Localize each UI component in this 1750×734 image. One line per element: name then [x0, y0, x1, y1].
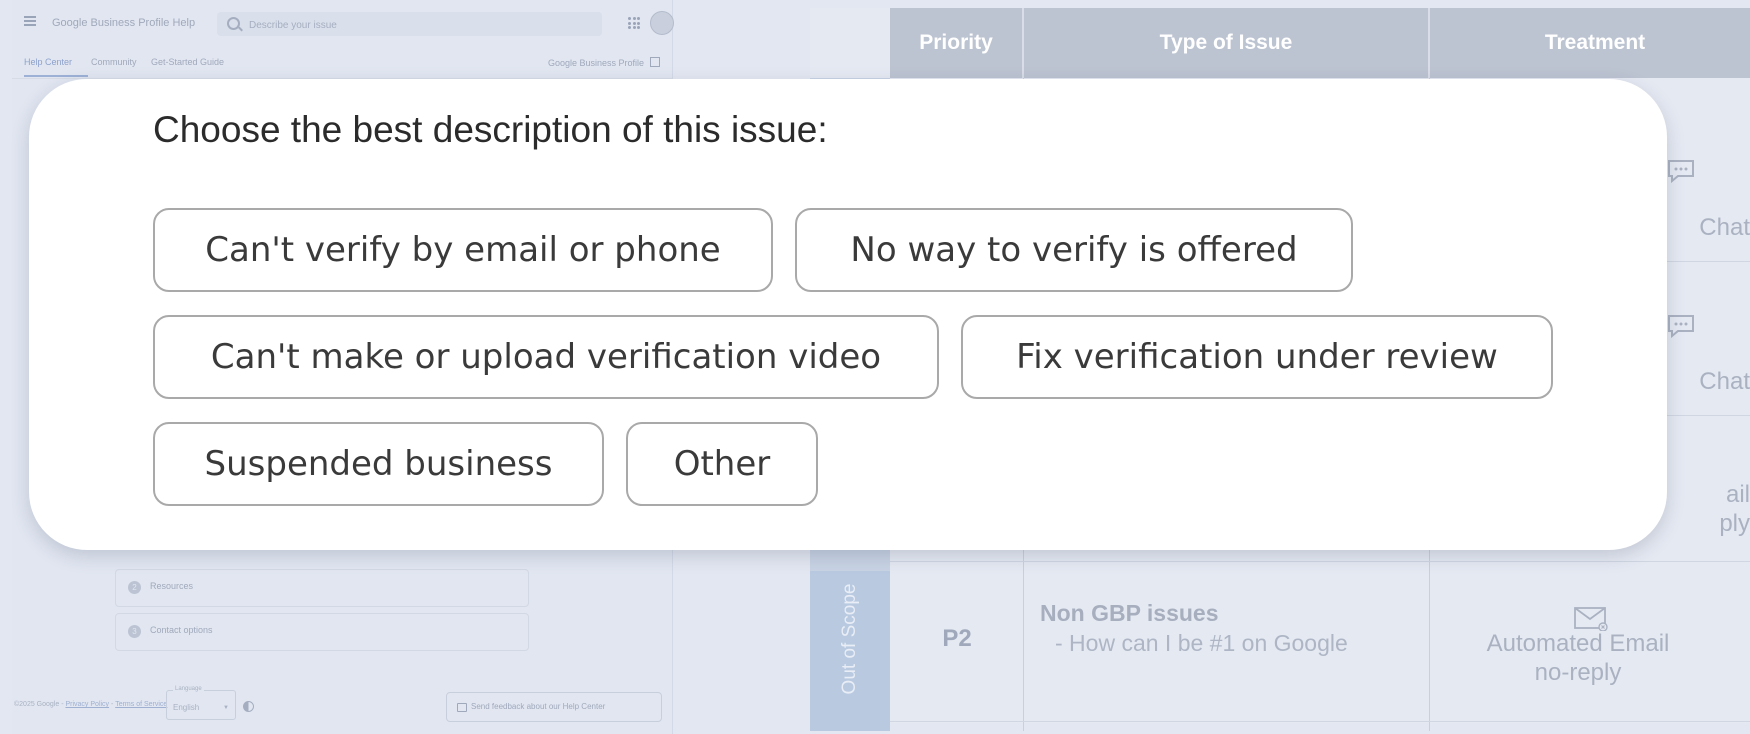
help-app-title[interactable]: Google Business Profile Help: [52, 17, 195, 29]
dialog-prompt: Choose the best description of this issu…: [153, 109, 828, 150]
option-cant-upload-verification-video[interactable]: Can't make or upload verification video: [153, 315, 939, 399]
mail-icon: [1574, 607, 1608, 631]
treatment-no-reply: no-reply: [1534, 659, 1622, 686]
external-link-icon: [650, 57, 660, 67]
option-suspended-business[interactable]: Suspended business: [153, 422, 604, 506]
account-avatar[interactable]: [650, 11, 674, 35]
option-fix-verification-under-review[interactable]: Fix verification under review: [961, 315, 1553, 399]
row-divider: [890, 561, 1750, 562]
option-cant-verify-email-phone[interactable]: Can't verify by email or phone: [153, 208, 773, 292]
language-value: English: [173, 703, 200, 712]
chat-icon: [1668, 315, 1694, 339]
footer-separator: -: [111, 701, 114, 708]
gbp-link-label: Google Business Profile: [547, 58, 644, 68]
gbp-external-link[interactable]: Google Business Profile: [548, 57, 660, 68]
language-legend: Language: [173, 686, 204, 692]
step-number-badge: 3: [128, 625, 141, 638]
step-number-badge: 2: [128, 581, 141, 594]
header-priority: Priority: [890, 8, 1024, 78]
tab-help-center[interactable]: Help Center: [24, 57, 72, 67]
chat-icon: [1668, 160, 1694, 184]
header-type-of-issue: Type of Issue: [1024, 8, 1430, 78]
language-select[interactable]: Language English ▼: [166, 686, 236, 720]
help-search-box[interactable]: [217, 12, 602, 36]
help-tabs: Help Center Community Get-Started Guide …: [12, 48, 672, 79]
help-search-input[interactable]: [247, 16, 591, 34]
step-contact-options[interactable]: 3 Contact options: [115, 613, 529, 651]
step-label: Resources: [150, 581, 194, 591]
row-divider: [890, 721, 1750, 722]
apps-grid-icon[interactable]: [628, 17, 640, 29]
issue-description-dialog: Choose the best description of this issu…: [29, 79, 1667, 550]
privacy-policy-link[interactable]: Privacy Policy: [65, 701, 109, 708]
terms-of-service-link[interactable]: Terms of Service: [115, 701, 167, 708]
help-footer: ©2025 Google - Privacy Policy - Terms of…: [14, 701, 167, 708]
step-label: Contact options: [150, 625, 213, 635]
issue-item: - How can I be #1 on Google: [1055, 630, 1348, 656]
step-resources[interactable]: 2 Resources: [115, 569, 529, 607]
dark-mode-toggle-icon[interactable]: [243, 701, 254, 712]
header-treatment: Treatment: [1430, 8, 1750, 78]
tab-community[interactable]: Community: [91, 57, 137, 67]
issue-title: Non GBP issues: [1040, 600, 1219, 626]
priority-p2: P2: [942, 625, 972, 652]
dropdown-caret-icon: ▼: [223, 705, 229, 711]
tab-get-started-guide[interactable]: Get-Started Guide: [151, 57, 224, 67]
feedback-label: Send feedback about our Help Center: [471, 702, 606, 711]
option-other[interactable]: Other: [626, 422, 818, 506]
out-of-scope-label: Out of Scope: [839, 583, 860, 695]
feedback-icon: [457, 703, 467, 712]
treatment-automated-email: Automated Email: [1486, 630, 1670, 657]
hamburger-menu-icon[interactable]: [24, 16, 36, 26]
copyright-text: ©2025 Google -: [14, 701, 64, 708]
option-no-way-to-verify[interactable]: No way to verify is offered: [795, 208, 1353, 292]
search-icon: [227, 17, 240, 30]
help-top-bar: Google Business Profile Help: [12, 0, 674, 48]
active-tab-indicator: [24, 75, 88, 77]
send-feedback-button[interactable]: Send feedback about our Help Center: [446, 692, 662, 722]
